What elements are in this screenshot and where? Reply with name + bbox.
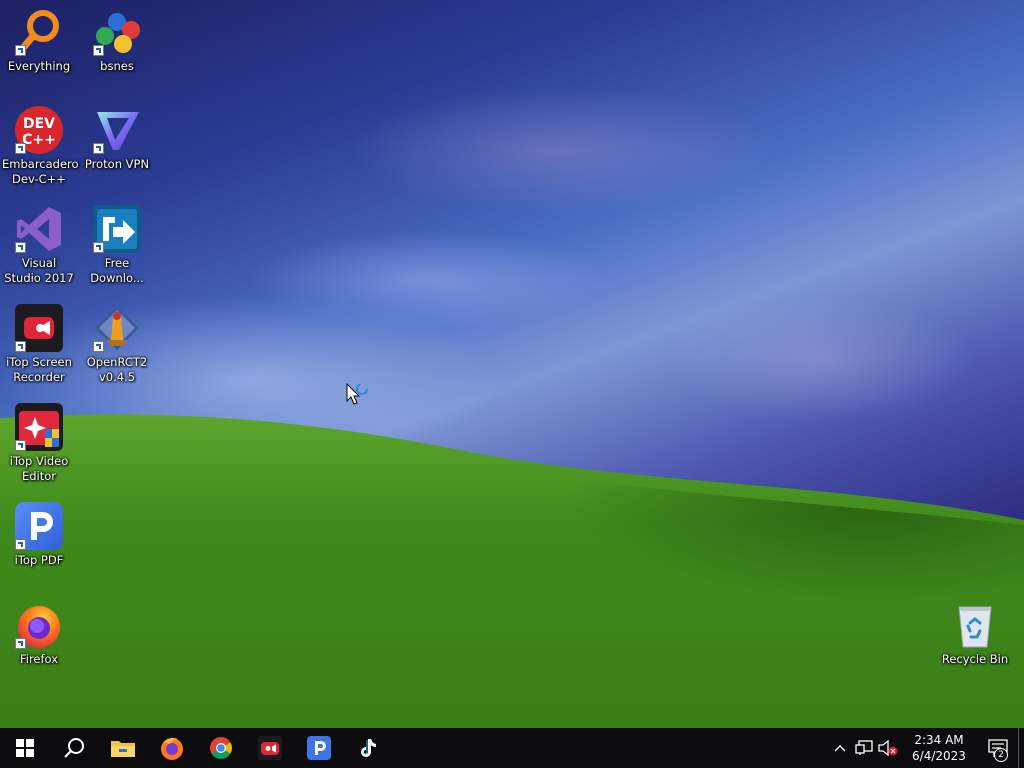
- visual-studio-icon: [15, 205, 63, 253]
- shortcut-arrow-icon: [15, 539, 26, 550]
- firefox-icon: [15, 601, 63, 649]
- shortcut-arrow-icon: [15, 45, 26, 56]
- taskbar-itop-pdf[interactable]: [294, 728, 343, 768]
- busy-cursor-icon: [346, 383, 368, 405]
- itop-pdf-icon: [15, 502, 63, 550]
- desktop-icon-label: Proton VPN: [84, 157, 150, 171]
- desktop-icon-devcpp[interactable]: DEV C++ Embarcadero Dev-C++: [2, 106, 79, 187]
- search-button[interactable]: [49, 728, 98, 768]
- desktop-icon-bsnes[interactable]: bsnes: [80, 8, 154, 74]
- itop-pdf-icon: [306, 736, 331, 760]
- shortcut-arrow-icon: [15, 242, 26, 253]
- taskbar-chrome[interactable]: [196, 728, 245, 768]
- openrct2-icon: [93, 304, 141, 352]
- action-center-button[interactable]: 2: [978, 728, 1018, 768]
- desktop-icon-label: Firefox: [19, 652, 59, 666]
- desktop-icon-everything[interactable]: Everything: [2, 8, 76, 74]
- desktop-icon-itop-video-editor[interactable]: iTop Video Editor: [2, 403, 76, 484]
- shortcut-arrow-icon: [93, 242, 104, 253]
- shortcut-arrow-icon: [15, 341, 26, 352]
- notification-count-badge: 2: [994, 748, 1008, 762]
- itop-video-editor-icon: [15, 403, 63, 451]
- taskbar-firefox[interactable]: [147, 728, 196, 768]
- clock-date: 6/4/2023: [912, 749, 966, 763]
- bsnes-icon: [93, 8, 141, 56]
- desktop-icon-label: iTop Video Editor: [9, 454, 69, 483]
- desktop-icon-label: Recycle Bin: [941, 652, 1009, 666]
- recycle-bin-icon: [951, 601, 999, 649]
- desktop-icon-proton-vpn[interactable]: Proton VPN: [80, 106, 154, 172]
- volume-muted-icon[interactable]: [876, 728, 900, 768]
- shortcut-arrow-icon: [93, 143, 104, 154]
- system-tray: 2:34 AM 6/4/2023 2: [828, 728, 1024, 768]
- shortcut-arrow-icon: [15, 638, 26, 649]
- clock-time: 2:34 AM: [914, 733, 964, 747]
- taskbar-itop-screen-recorder[interactable]: [245, 728, 294, 768]
- taskbar-clock[interactable]: 2:34 AM 6/4/2023: [906, 732, 972, 764]
- desktop-icon-label: iTop PDF: [14, 553, 64, 567]
- search-icon: [63, 738, 84, 758]
- desktop-icon-free-download-manager[interactable]: Free Downlo...: [80, 205, 154, 286]
- start-button[interactable]: [0, 728, 49, 768]
- desktop[interactable]: Everything DEV C++ Embarcadero Dev-C++ V…: [0, 0, 1024, 728]
- windows-logo-icon: [15, 739, 34, 757]
- devcpp-icon: DEV C++: [15, 106, 63, 154]
- itop-screen-recorder-icon: [257, 736, 282, 760]
- shortcut-arrow-icon: [15, 143, 26, 154]
- network-icon[interactable]: [852, 728, 876, 768]
- desktop-icon-firefox[interactable]: Firefox: [2, 601, 76, 667]
- free-download-manager-icon: [93, 205, 141, 253]
- desktop-icon-visual-studio[interactable]: Visual Studio 2017: [2, 205, 76, 286]
- desktop-icon-recycle-bin[interactable]: Recycle Bin: [938, 601, 1012, 667]
- protonvpn-icon: [93, 106, 141, 154]
- show-desktop-button[interactable]: [1018, 728, 1024, 768]
- chrome-icon: [209, 737, 232, 759]
- desktop-icon-label: Embarcadero Dev-C++: [2, 157, 79, 186]
- tiktok-icon: [360, 739, 376, 757]
- chevron-up-icon[interactable]: [828, 728, 852, 768]
- taskbar: 2:34 AM 6/4/2023 2: [0, 728, 1024, 768]
- desktop-icon-label: Visual Studio 2017: [4, 256, 74, 285]
- desktop-icon-label: iTop Screen Recorder: [6, 355, 72, 384]
- svg-text:C++: C++: [22, 132, 56, 148]
- taskbar-tiktok[interactable]: [343, 728, 392, 768]
- desktop-icon-label: Free Downlo...: [90, 256, 144, 285]
- shortcut-arrow-icon: [93, 341, 104, 352]
- svg-text:DEV: DEV: [23, 116, 55, 132]
- desktop-icon-label: OpenRCT2 v0.4.5: [86, 355, 148, 384]
- shortcut-arrow-icon: [15, 440, 26, 451]
- taskbar-file-explorer[interactable]: [98, 728, 147, 768]
- itop-screen-recorder-icon: [15, 304, 63, 352]
- desktop-icon-itop-screen-recorder[interactable]: iTop Screen Recorder: [2, 304, 76, 385]
- firefox-icon: [160, 738, 183, 760]
- desktop-icon-label: Everything: [7, 59, 71, 73]
- desktop-icon-itop-pdf[interactable]: iTop PDF: [2, 502, 76, 568]
- desktop-icon-label: bsnes: [100, 59, 134, 73]
- desktop-icon-openrct2[interactable]: OpenRCT2 v0.4.5: [80, 304, 154, 385]
- everything-search-icon: [15, 8, 63, 56]
- shortcut-arrow-icon: [93, 45, 104, 56]
- folder-icon: [110, 741, 135, 757]
